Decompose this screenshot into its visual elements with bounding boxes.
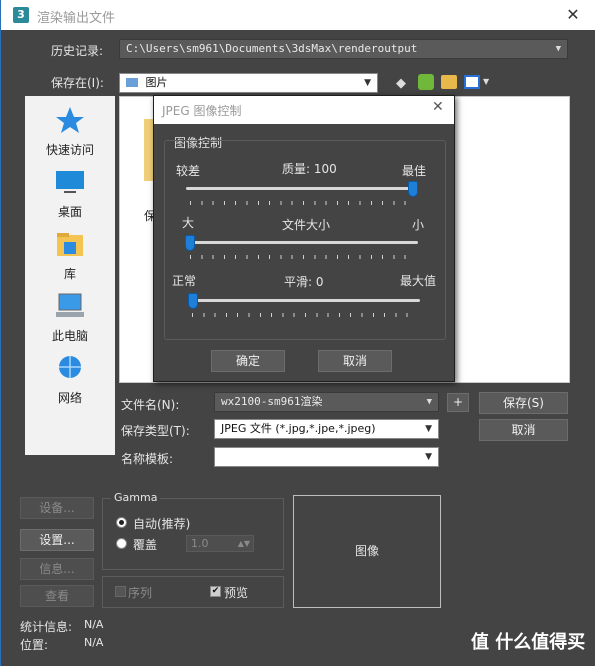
quality-max-label: 最佳 — [402, 164, 427, 178]
filetype-label: 保存类型(T): — [121, 424, 190, 438]
save-button[interactable]: 保存(S) — [479, 392, 568, 414]
render-output-window: 3 渲染输出文件 ✕ 历史记录: C:\Users\sm961\Document… — [0, 0, 595, 666]
desktop-icon — [56, 171, 84, 193]
sequence-label: 序列 — [128, 586, 153, 600]
template-combo[interactable]: ▼ — [214, 447, 439, 467]
jpeg-ok-button[interactable]: 确定 — [211, 350, 285, 372]
jpeg-control-dialog: JPEG 图像控制 ✕ 图像控制 较差 质量: 100 最佳 大 文件大小 小 … — [153, 95, 455, 382]
jpeg-cancel-button[interactable]: 取消 — [318, 350, 392, 372]
back-arrow-icon[interactable]: ◆ — [396, 76, 406, 91]
history-value: C:\Users\sm961\Documents\3dsMax\renderou… — [126, 42, 418, 55]
folder-small-icon — [126, 78, 138, 87]
spinner-arrows-icon: ▲▼ — [237, 539, 250, 548]
save-in-label: 保存在(I): — [51, 76, 104, 90]
stats-value: N/A — [84, 618, 104, 631]
preview-label: 预览 — [224, 586, 249, 600]
filename-label: 文件名(N): — [121, 398, 180, 412]
save-in-value: 图片 — [145, 76, 168, 89]
places-sidebar: 快速访问 桌面 库 此电脑 网络 — [25, 96, 115, 455]
chevron-down-icon: ▼ — [483, 77, 490, 86]
sidebar-item-desktop[interactable]: 桌面 — [25, 168, 115, 220]
gamma-auto-radio[interactable] — [116, 517, 127, 528]
gamma-override-radio[interactable] — [116, 538, 127, 549]
quality-slider-ticks — [190, 201, 416, 205]
quality-min-label: 较差 — [176, 164, 201, 178]
gamma-override-label: 覆盖 — [133, 538, 158, 552]
sidebar-item-library[interactable]: 库 — [25, 230, 115, 282]
gamma-override-spinner[interactable]: 1.0 ▲▼ — [186, 535, 254, 552]
chevron-down-icon: ▼ — [426, 397, 432, 407]
gamma-override-value: 1.0 — [191, 537, 209, 550]
smooth-max-label: 最大值 — [400, 274, 437, 288]
chevron-down-icon: ▼ — [425, 452, 432, 462]
cancel-button[interactable]: 取消 — [479, 419, 568, 441]
filetype-value: JPEG 文件 (*.jpg,*.jpe,*.jpeg) — [221, 422, 376, 435]
info-button[interactable]: 信息... — [20, 558, 94, 580]
smooth-slider-thumb[interactable] — [188, 293, 198, 309]
sidebar-item-label: 桌面 — [57, 205, 82, 219]
close-button[interactable]: ✕ — [561, 4, 585, 26]
new-folder-icon[interactable] — [441, 75, 457, 89]
sequence-checkbox[interactable] — [115, 586, 126, 597]
view-menu-icon[interactable] — [464, 75, 480, 89]
history-label: 历史记录: — [51, 44, 104, 58]
gamma-auto-label: 自动(推荐) — [133, 517, 191, 531]
filesize-slider-track[interactable] — [186, 241, 418, 244]
sidebar-item-label: 库 — [63, 267, 76, 281]
close-icon[interactable]: ✕ — [432, 99, 444, 115]
filesize-small-label: 小 — [412, 218, 425, 232]
chevron-down-icon: ▼ — [425, 424, 432, 434]
preview-checkbox[interactable]: ✔ — [210, 586, 221, 597]
history-combo[interactable]: C:\Users\sm961\Documents\3dsMax\renderou… — [119, 39, 568, 59]
sidebar-item-label: 快速访问 — [45, 143, 94, 157]
computer-icon — [56, 293, 84, 317]
smooth-min-label: 正常 — [172, 274, 197, 288]
add-button[interactable]: + — [447, 393, 469, 412]
sidebar-item-this-pc[interactable]: 此电脑 — [25, 292, 115, 344]
star-icon — [56, 107, 84, 133]
network-icon — [59, 356, 81, 378]
filesize-slider-thumb[interactable] — [185, 235, 195, 251]
jpeg-dialog-titlebar: JPEG 图像控制 ✕ — [154, 96, 454, 124]
template-label: 名称模板: — [121, 452, 174, 466]
filename-combo[interactable]: wx2100-sm961渲染 ▼ — [214, 392, 439, 412]
quality-value-label: 质量: 100 — [282, 162, 337, 176]
filesize-large-label: 大 — [182, 216, 195, 230]
image-preview-label: 图像 — [354, 544, 379, 558]
library-icon — [57, 233, 83, 256]
watermark-logo: 值 什么值得买 — [471, 632, 586, 653]
filesize-label: 文件大小 — [282, 218, 331, 232]
gamma-group — [102, 498, 284, 570]
location-value: N/A — [84, 636, 104, 649]
location-label: 位置: — [20, 638, 49, 652]
stats-label: 统计信息: — [20, 620, 73, 634]
sidebar-item-quick-access[interactable]: 快速访问 — [25, 106, 115, 158]
smooth-slider-track[interactable] — [188, 299, 420, 302]
smooth-value-label: 平滑: 0 — [284, 275, 324, 289]
up-folder-icon[interactable] — [418, 74, 434, 90]
chevron-down-icon: ▼ — [364, 78, 371, 88]
save-in-combo[interactable]: 图片 ▼ — [119, 73, 378, 93]
view-button[interactable]: 查看 — [20, 585, 94, 607]
sidebar-item-label: 此电脑 — [51, 329, 88, 343]
jpeg-dialog-title: JPEG 图像控制 — [162, 104, 242, 118]
devices-button[interactable]: 设备... — [20, 497, 94, 519]
filetype-combo[interactable]: JPEG 文件 (*.jpg,*.jpe,*.jpeg) ▼ — [214, 419, 439, 439]
filesize-slider-ticks — [190, 255, 416, 259]
title-bar: 3 渲染输出文件 ✕ — [1, 0, 595, 30]
smooth-slider-ticks — [192, 313, 418, 317]
sidebar-item-label: 网络 — [57, 391, 82, 405]
quality-slider-track[interactable] — [186, 187, 418, 190]
setup-button[interactable]: 设置... — [20, 529, 94, 551]
image-preview: 图像 — [293, 495, 441, 608]
sidebar-item-network[interactable]: 网络 — [25, 354, 115, 406]
quality-slider-thumb[interactable] — [408, 181, 418, 197]
window-title: 渲染输出文件 — [37, 11, 116, 26]
filename-value: wx2100-sm961渲染 — [221, 395, 323, 408]
app-icon: 3 — [13, 7, 29, 23]
gamma-group-label: Gamma — [111, 491, 161, 504]
chevron-down-icon: ▼ — [555, 44, 561, 54]
